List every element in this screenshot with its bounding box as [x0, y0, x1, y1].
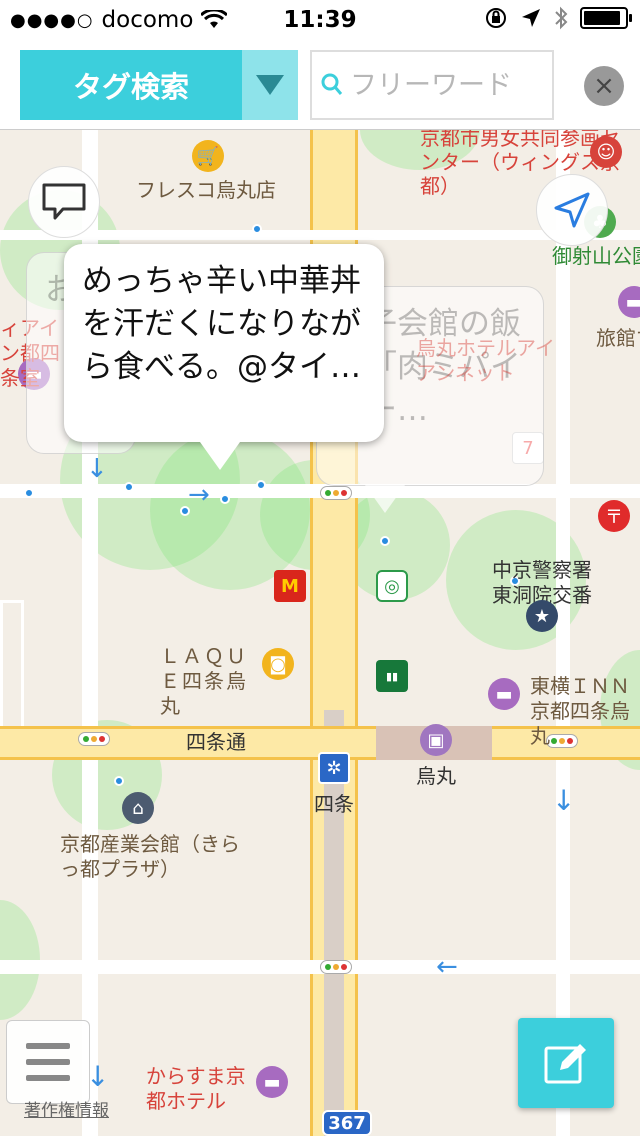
- theater-icon[interactable]: ☺: [590, 136, 622, 168]
- post-callout[interactable]: めっちゃ辛い中華丼を汗だくになりながら食べる。@タイ…: [64, 244, 384, 470]
- post-location-dot[interactable]: [124, 482, 134, 492]
- app-screen: ●●●●○ docomo 11:39 タグ検索 フリーワード × ↓ → ↓ ←…: [0, 0, 640, 1136]
- clear-search-button[interactable]: ×: [584, 66, 624, 106]
- map-label-karasuma-hotel: からすま京都ホテル: [146, 1064, 246, 1113]
- traffic-signal-icon: [78, 732, 110, 746]
- police-icon[interactable]: ★: [526, 600, 558, 632]
- map-label-laque: ＬＡＱＵＥ四条烏丸: [160, 644, 248, 718]
- post-location-dot[interactable]: [180, 506, 190, 516]
- map-label-sangyo: 京都産業会館（きらっ都プラザ）: [60, 832, 240, 881]
- search-icon: [321, 73, 343, 95]
- one-way-arrow-icon: ↓: [552, 784, 576, 817]
- post-callout-text: めっちゃ辛い中華丼を汗だくになりながら食べる。@タイ…: [82, 263, 361, 385]
- map-label-ryokan: 旅館す: [596, 326, 640, 350]
- freeword-search-box[interactable]: [310, 50, 554, 120]
- tag-search-button[interactable]: タグ検索: [20, 50, 242, 120]
- freeword-search-input[interactable]: [350, 69, 540, 101]
- one-way-arrow-icon: ↓: [86, 454, 108, 484]
- copyright-link[interactable]: 著作権情報: [24, 1096, 109, 1121]
- post-office-icon[interactable]: 〒: [598, 500, 630, 532]
- map-view[interactable]: ↓ → ↓ ← ↓ 🛒 フレスコ烏丸店 京都市男女共同参画センター（ウィングス京…: [0, 130, 640, 1136]
- shopping-bag-icon[interactable]: ◙: [262, 648, 294, 680]
- road: [556, 130, 570, 1136]
- menu-line: [26, 1059, 70, 1065]
- post-location-dot[interactable]: [256, 480, 266, 490]
- map-label-fresco: フレスコ烏丸店: [136, 178, 276, 202]
- train-station-icon[interactable]: ▣: [420, 724, 452, 756]
- location-services-icon: [522, 9, 540, 27]
- one-way-arrow-icon: ←: [436, 952, 458, 982]
- lodging-icon[interactable]: ▬: [618, 286, 640, 318]
- post-location-dot[interactable]: [220, 494, 230, 504]
- map-label-karasuma: 烏丸: [416, 764, 456, 788]
- callout-tail: [200, 442, 240, 470]
- post-location-dot[interactable]: [24, 488, 34, 498]
- post-list-toggle-button[interactable]: [28, 166, 100, 238]
- one-way-arrow-icon: →: [188, 480, 210, 510]
- map-label-hotel-faded: 烏丸ホテルアイアンネット: [416, 336, 555, 385]
- bluetooth-icon: [555, 6, 568, 30]
- route-number-shield: 367: [322, 1110, 372, 1136]
- battery-icon: [580, 7, 632, 29]
- compose-post-button[interactable]: [518, 1018, 614, 1108]
- tag-dropdown-button[interactable]: [242, 50, 298, 120]
- triangle-down-icon: [256, 75, 284, 95]
- callout-tail: [365, 485, 405, 513]
- convention-hall-icon[interactable]: ⌂: [122, 792, 154, 824]
- map-label-shijo-station: 四条: [314, 792, 354, 816]
- status-bar: ●●●●○ docomo 11:39: [0, 0, 640, 40]
- bank-icon[interactable]: ◎: [376, 570, 408, 602]
- fast-food-icon[interactable]: M: [274, 570, 306, 602]
- traffic-signal-icon: [320, 486, 352, 500]
- speech-bubble-icon: [42, 183, 86, 220]
- post-location-dot[interactable]: [114, 776, 124, 786]
- map-label-toyoko: 東横ＩＮＮ京都四条烏丸: [530, 674, 630, 748]
- post-location-dot[interactable]: [380, 536, 390, 546]
- map-label-goshayama: 御射山公園: [552, 244, 640, 268]
- rotation-lock-icon: [486, 8, 506, 28]
- menu-button[interactable]: [6, 1020, 90, 1104]
- location-arrow-icon: [554, 192, 590, 228]
- traffic-signal-icon: [320, 960, 352, 974]
- lodging-icon[interactable]: ▬: [488, 678, 520, 710]
- bank-icon[interactable]: ▮▮: [376, 660, 408, 692]
- subway-station-icon[interactable]: ✲: [318, 752, 350, 784]
- menu-line: [26, 1075, 70, 1081]
- menu-line: [26, 1043, 70, 1049]
- current-location-button[interactable]: [536, 174, 608, 246]
- lodging-icon[interactable]: ▬: [256, 1066, 288, 1098]
- search-toolbar: タグ検索 ×: [0, 40, 640, 130]
- map-label-shijo-dori: 四条通: [186, 730, 246, 754]
- post-location-dot[interactable]: [252, 224, 262, 234]
- shopping-cart-icon[interactable]: 🛒: [192, 140, 224, 172]
- compose-icon: [544, 1044, 586, 1084]
